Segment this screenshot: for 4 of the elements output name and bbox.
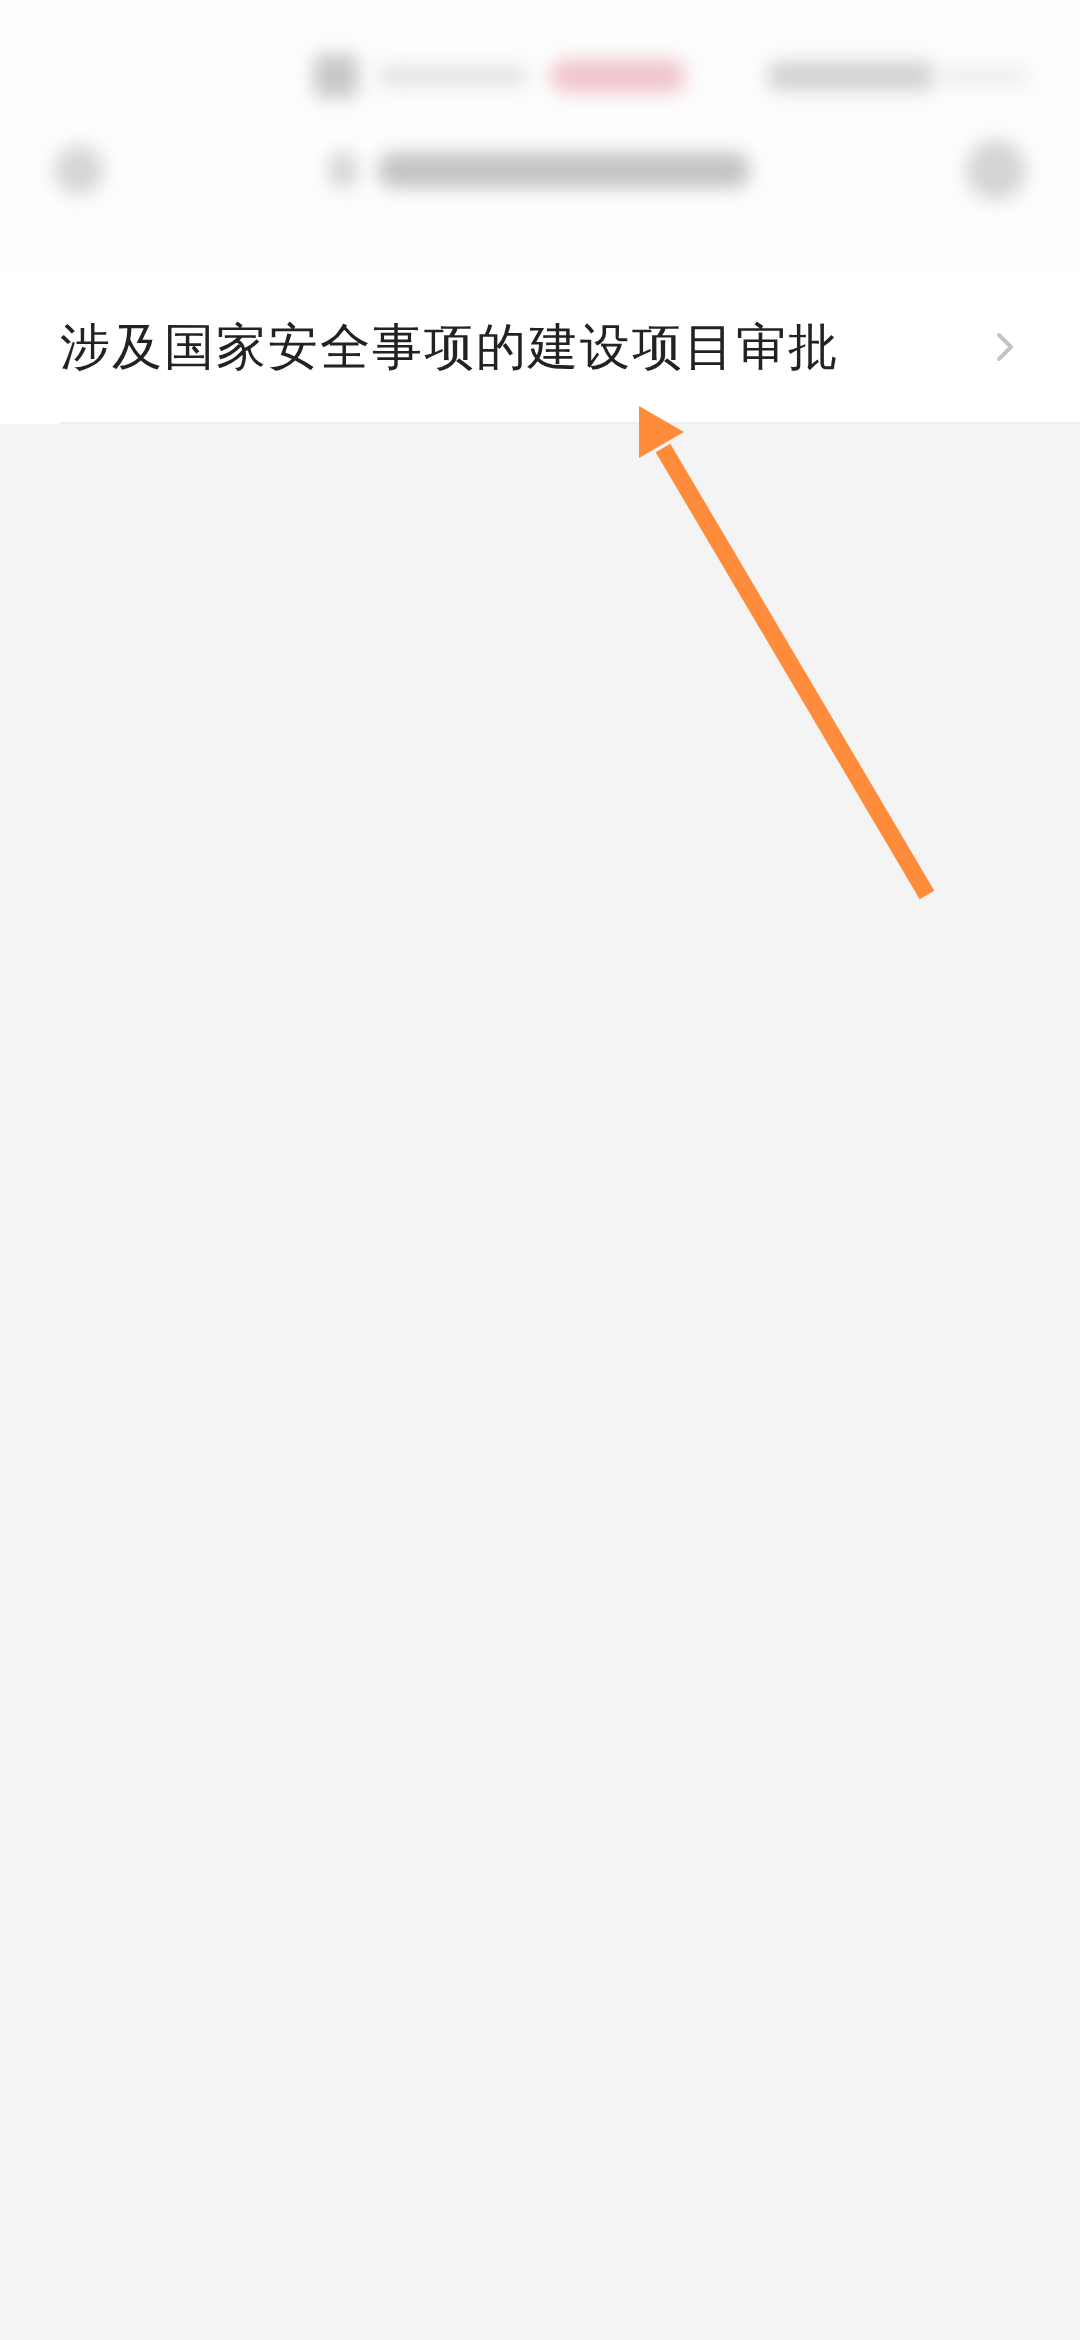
list-item[interactable]: 涉及国家安全事项的建设项目审批 xyxy=(0,272,1080,422)
chevron-right-icon xyxy=(996,332,1014,362)
item-title: 涉及国家安全事项的建设项目审批 xyxy=(60,316,841,378)
blurred-icon xyxy=(314,54,358,98)
